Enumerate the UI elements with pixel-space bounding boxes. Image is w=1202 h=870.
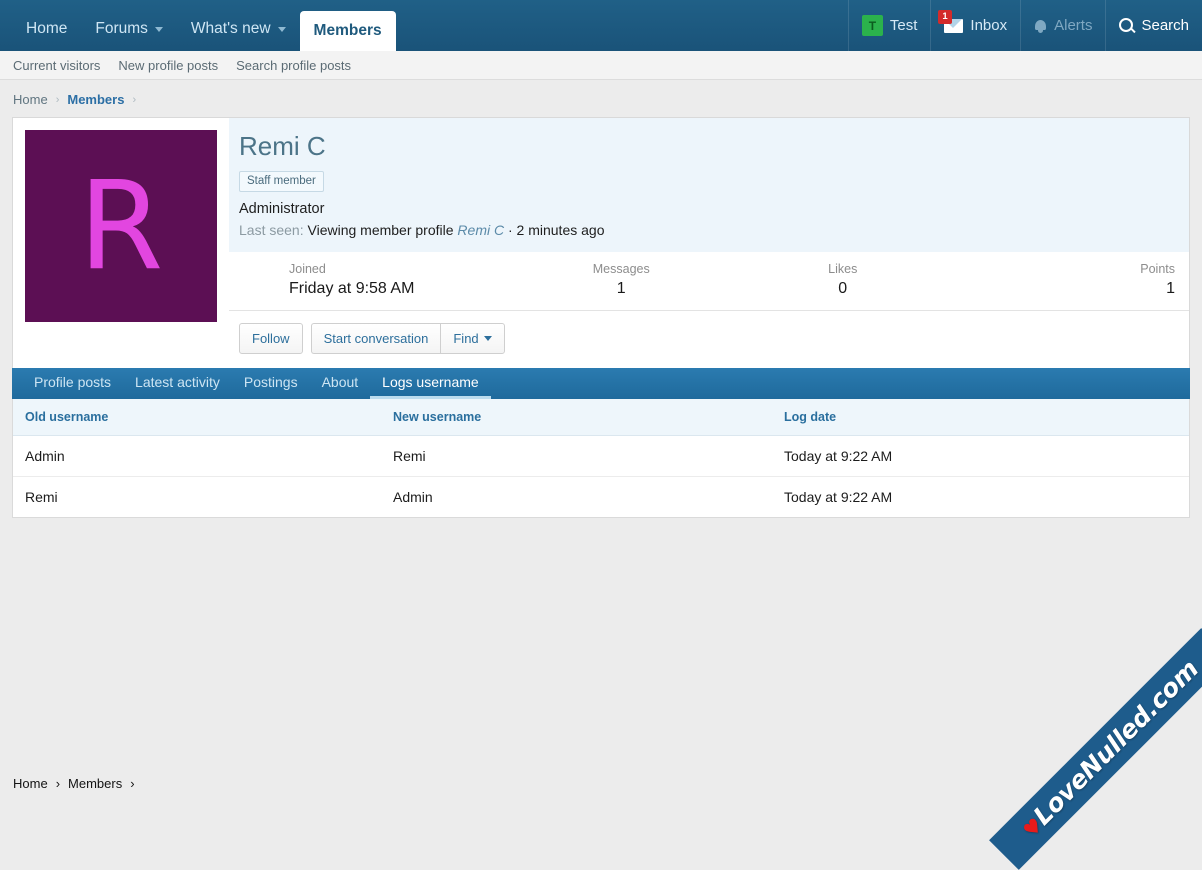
nav-item-home[interactable]: Home [12,7,81,51]
breadcrumb-members[interactable]: Members [67,92,124,107]
cell-new-username: Admin [393,489,784,505]
profile-tab-bar: Profile posts Latest activity Postings A… [12,368,1190,399]
last-seen-activity: Viewing member profile [308,222,454,238]
stat-likes: Likes 0 [732,262,954,298]
find-dropdown-button[interactable]: Find [440,323,504,354]
stat-value: 0 [732,280,954,298]
stat-messages: Messages 1 [511,262,733,298]
cell-old-username: Remi [13,489,393,505]
nav-item-label: Alerts [1054,17,1092,34]
watermark-text: LoveNulled.com [1028,654,1202,830]
stat-points: Points 1 [954,262,1176,298]
nav-item-whats-new[interactable]: What's new [177,7,300,51]
breadcrumb-bottom: Home › Members › [0,776,135,791]
breadcrumb-separator-icon: › [130,776,134,791]
cell-old-username: Admin [13,448,393,464]
cell-log-date: Today at 9:22 AM [784,448,1189,464]
nav-item-label: Test [890,17,918,34]
envelope-icon: 1 [944,19,963,33]
bell-icon [1034,19,1047,33]
stat-label: Points [954,262,1176,276]
profile-info: Remi C Staff member Administrator Last s… [229,118,1189,368]
primary-nav-items: Home Forums What's new Members [12,0,396,51]
last-seen-label: Last seen: [239,222,304,238]
profile-action-buttons: Follow Start conversation Find [229,311,1189,368]
nav-item-inbox[interactable]: 1 Inbox [930,0,1020,51]
breadcrumb-separator-icon: › [56,94,60,106]
last-seen-time: · 2 minutes ago [508,222,605,238]
profile-identity: Remi C Staff member Administrator Last s… [229,118,1189,252]
watermark-ribbon: ♥LoveNulled.com [989,628,1202,870]
account-nav-items: T Test 1 Inbox Alerts Search [848,0,1202,51]
nav-item-label: Members [314,11,382,51]
nav-item-label: Inbox [970,17,1007,34]
avatar[interactable]: R [25,130,217,322]
chevron-down-icon [484,336,492,341]
breadcrumb-separator-icon: › [56,776,60,791]
column-header-log-date: Log date [784,410,1189,424]
stat-joined: Joined Friday at 9:58 AM [239,262,511,298]
table-header-row: Old username New username Log date [13,399,1189,436]
tab-postings[interactable]: Postings [232,368,310,399]
subnav-item-search-profile-posts[interactable]: Search profile posts [236,58,351,73]
column-header-new-username: New username [393,410,784,424]
cell-log-date: Today at 9:22 AM [784,489,1189,505]
stat-label: Joined [289,262,511,276]
table-row: Remi Admin Today at 9:22 AM [13,477,1189,517]
breadcrumb: Home › Members › [0,80,1202,117]
tab-profile-posts[interactable]: Profile posts [22,368,123,399]
breadcrumb-home[interactable]: Home [13,92,48,107]
stat-label: Likes [732,262,954,276]
stat-value: 1 [954,280,1176,298]
breadcrumb-home[interactable]: Home [13,776,48,791]
page-content: R Remi C Staff member Administrator Last… [0,117,1202,518]
nav-item-members[interactable]: Members [300,11,396,51]
subnav-item-current-visitors[interactable]: Current visitors [13,58,100,73]
username-logs-table: Old username New username Log date Admin… [12,399,1190,518]
last-seen-line: Last seen: Viewing member profile Remi C… [239,222,1175,238]
stat-label: Messages [511,262,733,276]
tab-about[interactable]: About [310,368,371,399]
tab-latest-activity[interactable]: Latest activity [123,368,232,399]
user-title: Administrator [239,201,1175,217]
nav-item-label: Search [1141,17,1189,34]
chevron-down-icon [155,27,163,32]
nav-item-forums[interactable]: Forums [81,7,177,51]
tab-logs-username[interactable]: Logs username [370,368,491,399]
main-navigation-bar: Home Forums What's new Members T Test 1 … [0,0,1202,51]
stat-value: 1 [511,280,733,298]
breadcrumb-members[interactable]: Members [68,776,122,791]
start-conversation-button[interactable]: Start conversation [311,323,441,354]
inbox-unread-badge: 1 [938,10,951,25]
nav-item-alerts[interactable]: Alerts [1020,0,1105,51]
table-row: Admin Remi Today at 9:22 AM [13,436,1189,477]
magnifier-icon [1119,18,1134,33]
nav-item-label: What's new [191,7,271,51]
breadcrumb-separator-icon: › [132,94,136,106]
user-avatar-icon: T [862,15,883,36]
subnav-item-new-profile-posts[interactable]: New profile posts [118,58,218,73]
stat-value: Friday at 9:58 AM [289,280,511,298]
secondary-navigation-bar: Current visitors New profile posts Searc… [0,51,1202,80]
profile-stats: Joined Friday at 9:58 AM Messages 1 Like… [229,252,1189,311]
nav-item-label: Forums [95,7,148,51]
nav-item-search[interactable]: Search [1105,0,1202,51]
nav-item-label: Home [26,7,67,51]
last-seen-profile-link[interactable]: Remi C [457,222,504,238]
page-title: Remi C [239,130,1175,163]
find-label: Find [453,331,478,346]
cell-new-username: Remi [393,448,784,464]
chevron-down-icon [278,27,286,32]
nav-item-account[interactable]: T Test [848,0,931,51]
conversation-button-group: Start conversation Find [311,323,505,354]
status-badge: Staff member [239,171,324,192]
follow-button[interactable]: Follow [239,323,303,354]
profile-header-card: R Remi C Staff member Administrator Last… [12,117,1190,368]
column-header-old-username: Old username [13,410,393,424]
